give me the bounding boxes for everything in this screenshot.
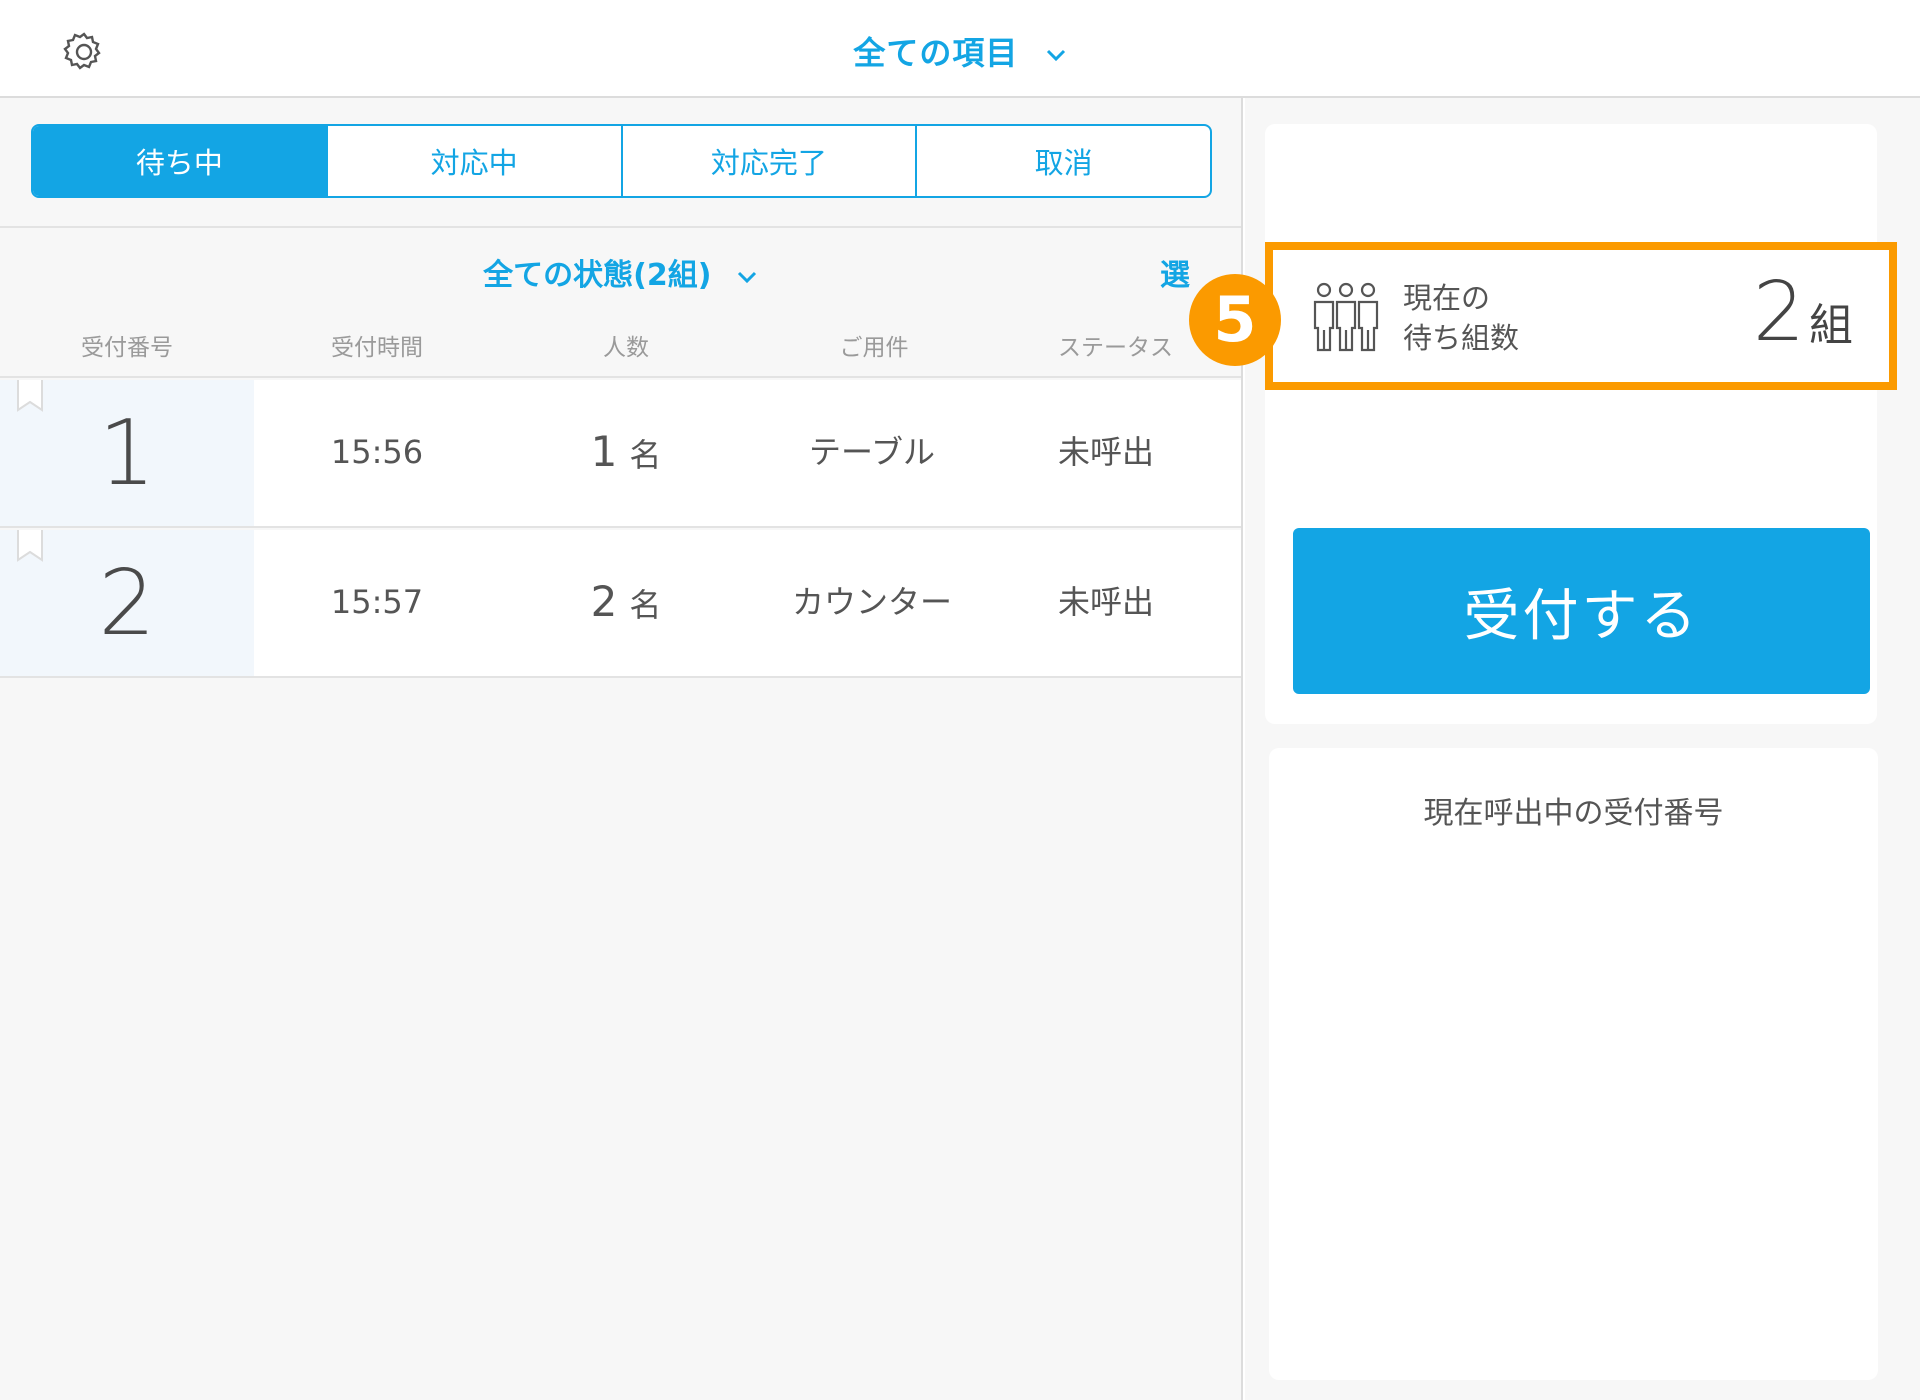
tab-cancelled[interactable]: 取消 — [917, 126, 1210, 196]
list-header: 全ての状態(2組) 選 受付番号 受付時間 人数 ご用件 ステータス — [0, 226, 1241, 378]
waiting-count-label-line2: 待ち組数 — [1403, 321, 1520, 355]
accept-button[interactable]: 受付する — [1293, 528, 1870, 694]
column-header-people: 人数 — [603, 335, 649, 361]
people-count-unit: 名 — [629, 586, 662, 624]
reception-time: 15:56 — [330, 433, 424, 471]
waiting-count-label-line1: 現在の — [1403, 281, 1491, 315]
people-group-icon — [1313, 282, 1379, 352]
people-count-value: 1 — [590, 427, 618, 476]
waiting-count-unit: 組 — [1809, 300, 1853, 351]
waiting-count-value: 2組 — [1753, 268, 1853, 358]
waiting-count-number: 2 — [1752, 265, 1805, 360]
reception-time: 15:57 — [330, 583, 424, 621]
people-count-unit: 名 — [629, 436, 662, 474]
people-count: 2名 — [591, 581, 662, 625]
item-filter-dropdown[interactable]: 全ての項目 — [0, 28, 1920, 74]
queue-pane: 待ち中 対応中 対応完了 取消 全ての状態(2組) 選 受付番号 受付時間 人数… — [0, 98, 1243, 1400]
column-header-number: 受付番号 — [81, 335, 173, 361]
chevron-down-icon — [737, 271, 756, 283]
calling-title: 現在呼出中の受付番号 — [1423, 796, 1724, 831]
people-count-value: 2 — [590, 577, 618, 626]
chevron-down-icon — [1046, 49, 1065, 62]
tab-completed[interactable]: 対応完了 — [623, 126, 918, 196]
purpose: テーブル — [808, 433, 936, 471]
status-filter-label: 全ての状態(2組) — [483, 258, 712, 293]
status-filter-dropdown[interactable]: 全ての状態(2組) — [0, 250, 1241, 294]
table-row[interactable]: 1 15:56 1名 テーブル 未呼出 — [0, 380, 1241, 528]
row-status: 未呼出 — [1058, 433, 1155, 471]
tab-in-progress[interactable]: 対応中 — [328, 126, 623, 196]
column-headers: 受付番号 受付時間 人数 ご用件 ステータス — [0, 328, 1241, 368]
status-tabs: 待ち中 対応中 対応完了 取消 — [31, 124, 1212, 198]
table-row[interactable]: 2 15:57 2名 カウンター 未呼出 — [0, 530, 1241, 678]
select-button[interactable]: 選 — [1160, 250, 1200, 294]
people-count: 1名 — [591, 431, 662, 475]
reception-number: 2 — [98, 551, 156, 656]
tab-waiting[interactable]: 待ち中 — [33, 126, 328, 196]
column-header-time: 受付時間 — [331, 335, 423, 361]
row-status: 未呼出 — [1058, 583, 1155, 621]
summary-pane: 5 現在の 待ち組数 2組 受付する 現在呼出中の受付番号 — [1189, 98, 1920, 1400]
purpose: カウンター — [791, 583, 953, 621]
waiting-count-box: 5 現在の 待ち組数 2組 — [1189, 242, 1897, 390]
calling-card: 現在呼出中の受付番号 — [1269, 748, 1878, 1380]
step-badge: 5 — [1189, 274, 1281, 366]
top-bar: 全ての項目 — [0, 0, 1920, 98]
reception-number: 1 — [98, 401, 156, 506]
waiting-count-label: 現在の 待ち組数 — [1403, 278, 1519, 358]
column-header-purpose: ご用件 — [839, 335, 909, 361]
column-header-status: ステータス — [1058, 335, 1173, 361]
item-filter-label: 全ての項目 — [853, 34, 1019, 72]
